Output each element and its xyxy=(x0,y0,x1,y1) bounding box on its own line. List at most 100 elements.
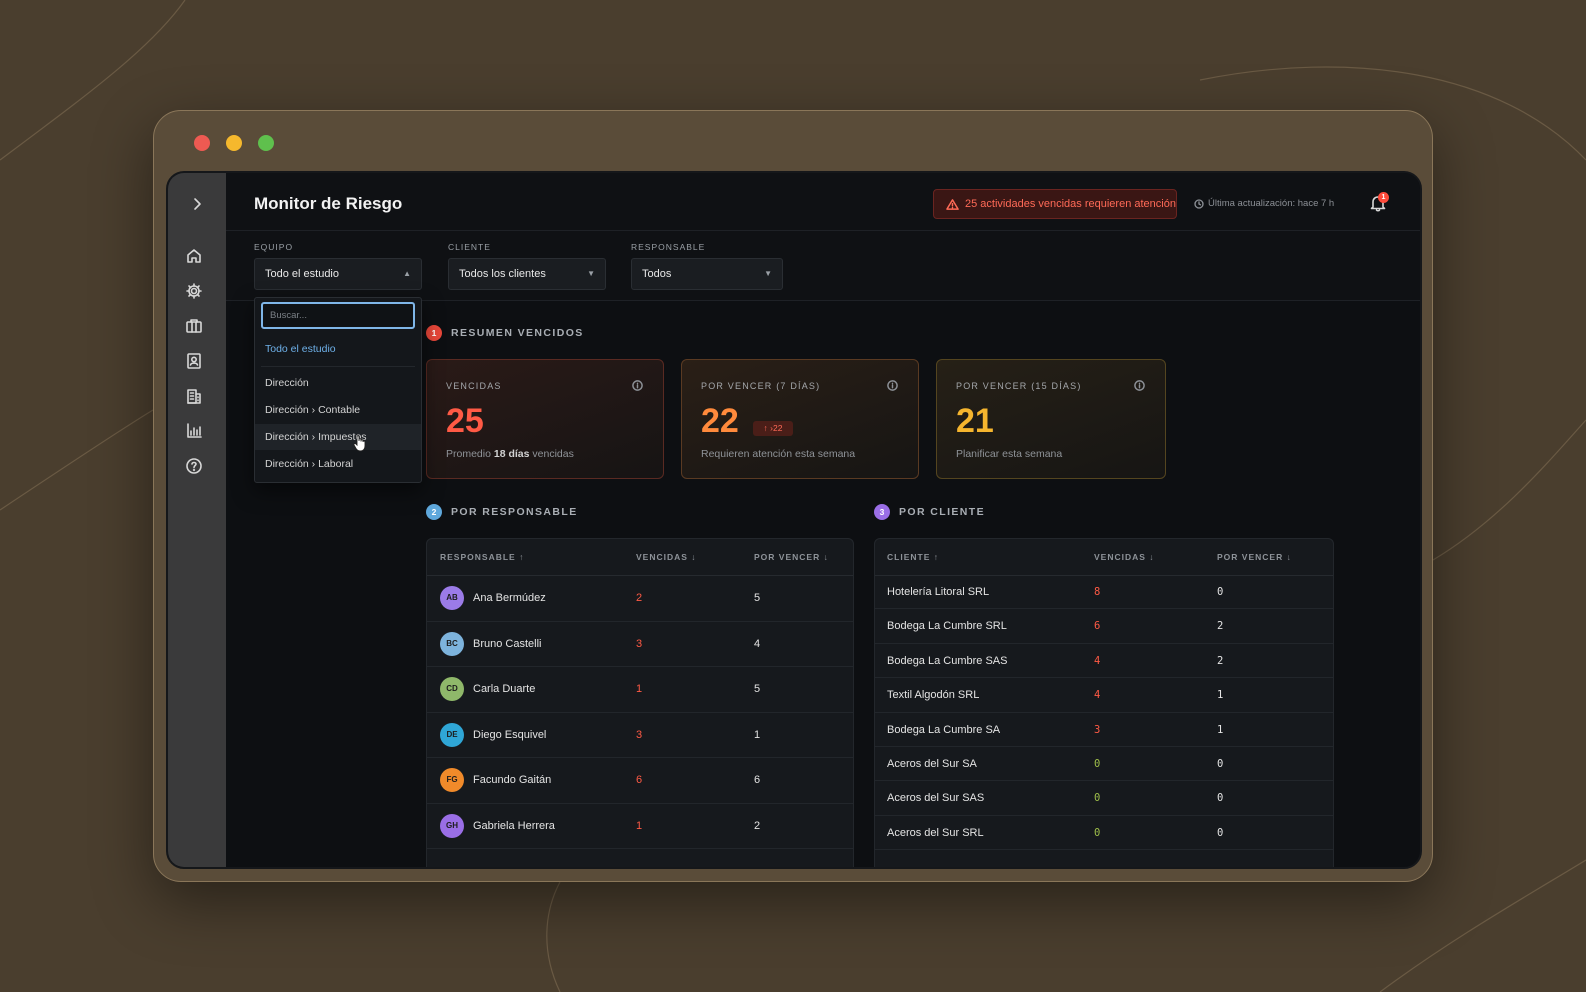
card-vencidas[interactable]: VENCIDAS 25 Promedio 18 días vencidas xyxy=(426,359,664,479)
dropdown-search-input[interactable]: Buscar... xyxy=(261,302,415,329)
responsable-name: Gabriela Herrera xyxy=(473,819,555,832)
sort-por-vencer-header[interactable]: POR VENCER ↓ xyxy=(754,552,829,562)
briefcase-icon[interactable] xyxy=(185,317,203,335)
table-row[interactable]: DE Diego Esquivel 3 1 xyxy=(427,713,853,758)
card-por-vencer-7[interactable]: POR VENCER (7 DÍAS) 22 ↑ ›22 Requieren a… xyxy=(681,359,919,479)
info-icon[interactable] xyxy=(632,380,643,391)
dropdown-option-selected[interactable]: Todo el estudio xyxy=(255,336,421,362)
table-row[interactable]: Aceros del Sur SA 0 0 xyxy=(875,747,1333,782)
filter-cliente-label: CLIENTE xyxy=(448,242,491,252)
por-vencer-count: 0 xyxy=(1217,758,1224,770)
table-row[interactable]: AB Ana Bermúdez 2 5 xyxy=(427,576,853,622)
responsable-name: Ana Bermúdez xyxy=(473,592,546,604)
responsable-table: RESPONSABLE ↑ VENCIDAS ↓ POR VENCER ↓ AB… xyxy=(426,538,854,867)
chevron-right-icon[interactable] xyxy=(188,195,206,213)
avatar: AB xyxy=(440,586,464,610)
card-por-vencer-15[interactable]: POR VENCER (15 DÍAS) 21 Planificar esta … xyxy=(936,359,1166,479)
cliente-select[interactable]: Todos los clientes ▼ xyxy=(448,258,606,290)
section-title: POR RESPONSABLE xyxy=(451,506,578,518)
section-number-badge: 3 xyxy=(874,504,890,520)
table-row[interactable]: Bodega La Cumbre SA 3 1 xyxy=(875,713,1333,747)
gear-icon[interactable] xyxy=(185,282,203,300)
table-row[interactable]: BC Bruno Castelli 3 4 xyxy=(427,622,853,667)
por-vencer-count: 1 xyxy=(1217,689,1224,702)
table-row[interactable]: Textil Algodón SRL 4 1 xyxy=(875,678,1333,713)
por-vencer-count: 0 xyxy=(1217,586,1224,598)
vencidas-count: 3 xyxy=(636,637,643,650)
avatar: FG xyxy=(440,768,464,792)
equipo-select[interactable]: Todo el estudio ▲ xyxy=(254,258,422,290)
responsable-select[interactable]: Todos ▼ xyxy=(631,258,783,290)
bar-chart-icon[interactable] xyxy=(185,422,203,440)
cliente-select-value: Todos los clientes xyxy=(459,268,546,280)
table-row[interactable]: CD Carla Duarte 1 5 xyxy=(427,667,853,713)
equipo-dropdown: Buscar... Todo el estudio Dirección Dire… xyxy=(254,297,422,483)
avatar: GH xyxy=(440,813,464,838)
vencidas-count: 0 xyxy=(1094,792,1101,805)
overdue-alert-banner[interactable]: 25 actividades vencidas requieren atenci… xyxy=(933,189,1177,219)
home-icon[interactable] xyxy=(185,247,203,265)
por-vencer-count: 2 xyxy=(754,819,761,832)
sidebar xyxy=(168,173,226,867)
card-subtitle-bold: 18 días xyxy=(493,448,530,460)
dropdown-option[interactable]: Dirección › Laboral xyxy=(255,451,421,477)
cliente-name: Bodega La Cumbre SRL xyxy=(887,620,1007,633)
contact-icon[interactable] xyxy=(185,352,203,370)
cliente-name: Textil Algodón SRL xyxy=(887,689,980,702)
vencidas-count: 1 xyxy=(636,819,643,832)
vencidas-count: 0 xyxy=(1094,758,1101,770)
close-window-button[interactable] xyxy=(194,135,210,151)
card-subtitle: Planificar esta semana xyxy=(956,448,1063,460)
sort-cliente-header[interactable]: CLIENTE ↑ xyxy=(887,552,939,562)
cliente-name: Hotelería Litoral SRL xyxy=(887,586,990,598)
sort-vencidas-header[interactable]: VENCIDAS ↓ xyxy=(1094,552,1155,562)
sort-por-vencer-header[interactable]: POR VENCER ↓ xyxy=(1217,552,1292,562)
table-row[interactable]: Hotelería Litoral SRL 8 0 xyxy=(875,575,1333,610)
overdue-alert-text: 25 actividades vencidas requieren atenci… xyxy=(965,198,1176,210)
responsable-select-value: Todos xyxy=(642,268,672,280)
app-screen: Monitor de Riesgo 25 actividades vencida… xyxy=(166,171,1422,869)
table-row[interactable]: GH Gabriela Herrera 1 2 xyxy=(427,804,853,849)
table-row[interactable]: Bodega La Cumbre SRL 6 2 xyxy=(875,609,1333,644)
dropdown-option-hovered[interactable]: Dirección › Impuestos xyxy=(255,424,421,450)
window-controls xyxy=(194,135,274,151)
maximize-window-button[interactable] xyxy=(258,135,274,151)
table-row[interactable]: Aceros del Sur SRL 0 0 xyxy=(875,816,1333,851)
por-vencer-count: 1 xyxy=(1217,723,1224,736)
card-value: 22 xyxy=(701,402,739,440)
sort-responsable-header[interactable]: RESPONSABLE ↑ xyxy=(440,552,524,562)
section-cliente-header: 3 POR CLIENTE xyxy=(874,504,985,520)
help-icon[interactable] xyxy=(185,457,203,475)
section-number-badge: 2 xyxy=(426,504,442,520)
app-window: Monitor de Riesgo 25 actividades vencida… xyxy=(153,110,1433,882)
last-updated: Última actualización: hace 7 h xyxy=(1194,198,1334,209)
dropdown-option[interactable]: Dirección xyxy=(255,370,421,396)
equipo-select-value: Todo el estudio xyxy=(265,268,339,280)
minimize-window-button[interactable] xyxy=(226,135,242,151)
info-icon[interactable] xyxy=(887,380,898,391)
por-vencer-count: 4 xyxy=(754,637,761,650)
dropdown-option[interactable]: Dirección › Contable xyxy=(255,397,421,423)
card-title: POR VENCER (7 DÍAS) xyxy=(701,381,821,391)
sort-vencidas-header[interactable]: VENCIDAS ↓ xyxy=(636,552,697,562)
card-subtitle: Requieren atención esta semana xyxy=(701,448,856,460)
por-vencer-count: 0 xyxy=(1217,792,1224,805)
table-row[interactable]: Aceros del Sur SAS 0 0 xyxy=(875,781,1333,816)
table-row[interactable]: FG Facundo Gaitán 6 6 xyxy=(427,758,853,804)
last-updated-text: Última actualización: hace 7 h xyxy=(1208,198,1335,209)
cliente-name: Bodega La Cumbre SA xyxy=(887,723,1001,736)
top-bar: Monitor de Riesgo 25 actividades vencida… xyxy=(226,173,1420,231)
por-vencer-count: 5 xyxy=(754,683,761,695)
caret-down-icon: ▼ xyxy=(587,269,595,278)
avatar: BC xyxy=(440,631,464,656)
vencidas-count: 6 xyxy=(1094,620,1101,633)
por-vencer-count: 2 xyxy=(1217,654,1224,667)
notification-badge: 1 xyxy=(1378,192,1389,203)
cliente-name: Aceros del Sur SA xyxy=(887,758,977,770)
vencidas-count: 8 xyxy=(1094,586,1101,598)
building-icon[interactable] xyxy=(185,387,203,405)
table-row[interactable]: Bodega La Cumbre SAS 4 2 xyxy=(875,644,1333,679)
info-icon[interactable] xyxy=(1134,380,1145,391)
section-responsable-header: 2 POR RESPONSABLE xyxy=(426,504,578,520)
cliente-name: Aceros del Sur SRL xyxy=(887,826,984,839)
